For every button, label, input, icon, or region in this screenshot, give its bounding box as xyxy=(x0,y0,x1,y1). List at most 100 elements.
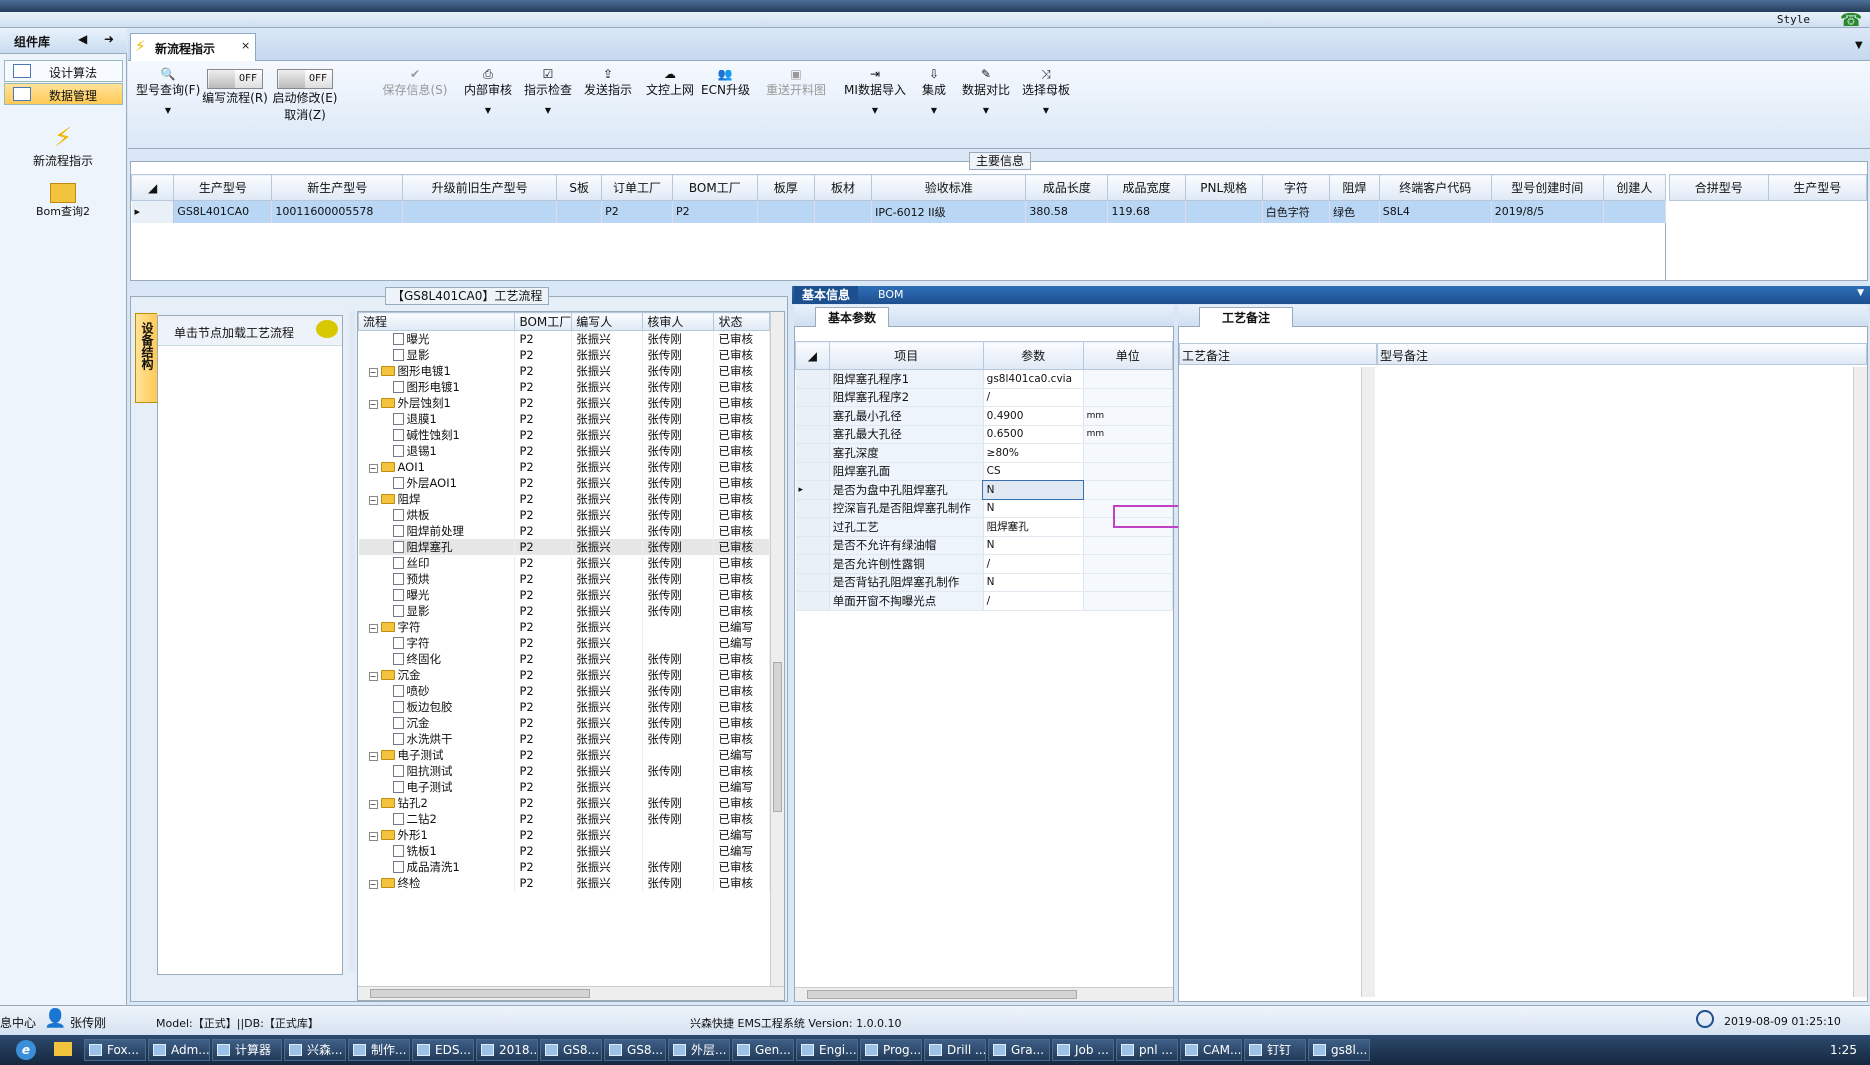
tree-row[interactable]: 烘板 P2 张振兴 张传刚 已审核 xyxy=(358,507,770,523)
param-row[interactable]: 单面开窗不掏曝光点 / xyxy=(795,591,1174,611)
tree-row[interactable]: 字符 P2 张振兴 已编写 xyxy=(358,635,770,651)
col-unit[interactable]: 单位 xyxy=(1082,341,1174,370)
tree-row[interactable]: 水洗烘干 P2 张振兴 张传刚 已审核 xyxy=(358,731,770,747)
process-remarks-textarea[interactable] xyxy=(1179,367,1375,997)
tree-row[interactable]: 阻焊塞孔 P2 张振兴 张传刚 已审核 xyxy=(358,539,770,555)
tab-new-process[interactable]: ⚡ 新流程指示 × xyxy=(130,33,256,61)
select-mother-board-button[interactable]: ⤨ 选择母板 ▼ xyxy=(1018,67,1074,115)
expand-toggle-icon[interactable]: − xyxy=(368,752,378,761)
tree-row[interactable]: 退锡1 P2 张振兴 张传刚 已审核 xyxy=(358,443,770,459)
style-menu[interactable]: Style xyxy=(1777,13,1810,26)
taskbar-item[interactable]: 兴森... xyxy=(284,1039,346,1061)
expand-toggle-icon[interactable]: − xyxy=(368,368,378,377)
folder-icon[interactable] xyxy=(54,1042,72,1056)
tree-row[interactable]: 显影 P2 张振兴 张传刚 已审核 xyxy=(358,603,770,619)
main-info-row[interactable]: ▸ GS8L401CA0 10011600005578 P2 P2 IPC-6012 I… xyxy=(131,200,1667,223)
toggle-switch[interactable]: OFF xyxy=(277,69,333,89)
main-cell[interactable] xyxy=(556,200,603,223)
expand-toggle-icon[interactable]: − xyxy=(368,672,378,681)
taskbar-item[interactable]: Fox... xyxy=(84,1039,146,1061)
main-cell[interactable] xyxy=(757,200,815,223)
tree-row[interactable]: − 外形1 P2 张振兴 已编写 xyxy=(358,827,770,843)
main-col-header[interactable]: 订单工厂 xyxy=(601,174,674,201)
main-cell[interactable]: P2 xyxy=(672,200,758,223)
taskbar-item[interactable]: EDS... xyxy=(412,1039,474,1061)
taskbar-item[interactable]: Job ... xyxy=(1052,1039,1114,1061)
param-value[interactable]: 0.4900 xyxy=(983,406,1084,426)
start-modify-toggle[interactable]: OFF 启动修改(E) 取消(Z) xyxy=(250,69,360,123)
mi-data-import-button[interactable]: ⇥ MI数据导入 ▼ xyxy=(842,67,908,115)
save-info-button[interactable]: ✔ 保存信息(S) xyxy=(382,67,448,98)
main-col-header[interactable]: 成品长度 xyxy=(1025,174,1109,201)
param-value[interactable]: CS xyxy=(983,462,1084,481)
splitter[interactable] xyxy=(349,311,355,971)
horizontal-scrollbar[interactable] xyxy=(795,987,1173,1001)
param-value[interactable]: / xyxy=(983,591,1084,611)
taskbar-item[interactable]: 外层... xyxy=(668,1039,730,1061)
tab-device-structure[interactable]: 设备结构 xyxy=(135,313,157,403)
internal-review-button[interactable]: ⎙ 内部审核 ▼ xyxy=(460,67,516,115)
tree-row[interactable]: 预烘 P2 张振兴 张传刚 已审核 xyxy=(358,571,770,587)
tree-row[interactable]: − 外层蚀刻1 P2 张振兴 张传刚 已审核 xyxy=(358,395,770,411)
main-col-header[interactable]: S板 xyxy=(556,174,603,201)
tree-row[interactable]: 沉金 P2 张振兴 张传刚 已审核 xyxy=(358,715,770,731)
main-col-header[interactable]: 字符 xyxy=(1261,174,1330,201)
integrate-button[interactable]: ⇩ 集成 ▼ xyxy=(914,67,954,115)
param-row[interactable]: 阻焊塞孔程序1 gs8l401ca0.cvia xyxy=(795,369,1174,389)
param-row[interactable]: 塞孔深度 ≥80% xyxy=(795,443,1174,463)
param-value[interactable]: N xyxy=(983,573,1084,592)
taskbar-item[interactable]: CAM... xyxy=(1180,1039,1242,1061)
taskbar-item[interactable]: Gen... xyxy=(732,1039,794,1061)
main-cell[interactable]: 10011600005578 xyxy=(271,200,404,223)
taskbar-item[interactable]: Drill ... xyxy=(924,1039,986,1061)
param-value[interactable]: 阻焊塞孔 xyxy=(983,517,1084,537)
main-cell[interactable]: 绿色 xyxy=(1329,200,1380,223)
tree-row[interactable]: 铣板1 P2 张振兴 已编写 xyxy=(358,843,770,859)
col-param[interactable]: 参数 xyxy=(982,341,1084,370)
expand-toggle-icon[interactable]: − xyxy=(368,624,378,633)
tree-row[interactable]: 终固化 P2 张振兴 张传刚 已审核 xyxy=(358,651,770,667)
main-cell[interactable]: 119.68 xyxy=(1107,200,1186,223)
expand-toggle-icon[interactable]: − xyxy=(368,496,378,505)
main-cell[interactable] xyxy=(402,200,558,223)
ecn-upgrade-button[interactable]: 👥 ECN升级 xyxy=(701,67,750,98)
status-message-center[interactable]: 息中心 xyxy=(0,1014,36,1031)
vertical-scrollbar[interactable] xyxy=(1361,367,1375,997)
close-icon[interactable]: × xyxy=(241,39,250,52)
pin-icon[interactable]: ➜ xyxy=(104,32,114,46)
tree-row[interactable]: 板边包胶 P2 张振兴 张传刚 已审核 xyxy=(358,699,770,715)
taskbar-item[interactable]: pnl ... xyxy=(1116,1039,1178,1061)
param-row[interactable]: 塞孔最大孔径 0.6500 mm xyxy=(795,425,1174,444)
main-cell[interactable]: GS8L401CA0 xyxy=(173,200,273,223)
main-col-header[interactable]: 创建人 xyxy=(1602,174,1667,201)
main-col-header[interactable]: 型号创建时间 xyxy=(1490,174,1604,201)
cancel-label[interactable]: 取消(Z) xyxy=(284,108,326,122)
param-value[interactable]: / xyxy=(983,388,1084,407)
chevron-down-icon[interactable]: ▼ xyxy=(1855,40,1863,51)
doc-control-online-button[interactable]: ☁ 文控上网 xyxy=(642,67,698,98)
main-col-header[interactable]: 终端客户代码 xyxy=(1378,174,1492,201)
param-row[interactable]: 塞孔最小孔径 0.4900 mm xyxy=(795,406,1174,426)
tab-bom[interactable]: BOM xyxy=(872,286,910,304)
main-cell[interactable] xyxy=(814,200,873,223)
main-col-header[interactable]: 生产型号 xyxy=(173,174,273,201)
taskbar-item[interactable]: Prog... xyxy=(860,1039,922,1061)
main-col-header[interactable]: PNL规格 xyxy=(1184,174,1263,201)
tab-basic-params[interactable]: 基本参数 xyxy=(815,307,890,327)
main-cell[interactable]: 380.58 xyxy=(1025,200,1109,223)
param-value[interactable]: N xyxy=(983,536,1084,555)
tree-col-header[interactable]: 编写人 xyxy=(571,312,644,331)
tree-row[interactable]: − 终检 P2 张振兴 张传刚 已审核 xyxy=(358,875,770,891)
taskbar-item[interactable]: 计算器 xyxy=(212,1039,282,1061)
taskbar-item[interactable]: 钉钉 xyxy=(1244,1039,1306,1061)
taskbar-item[interactable]: Gra... xyxy=(988,1039,1050,1061)
param-row[interactable]: 阻焊塞孔面 CS xyxy=(795,462,1174,481)
tree-row[interactable]: − 沉金 P2 张振兴 张传刚 已审核 xyxy=(358,667,770,683)
main-cell[interactable]: 白色字符 xyxy=(1262,200,1330,223)
tree-row[interactable]: 退膜1 P2 张振兴 张传刚 已审核 xyxy=(358,411,770,427)
data-compare-button[interactable]: ✎ 数据对比 ▼ xyxy=(958,67,1014,115)
tree-row[interactable]: 阻抗测试 P2 张振兴 张传刚 已审核 xyxy=(358,763,770,779)
tree-row[interactable]: 碱性蚀刻1 P2 张振兴 张传刚 已审核 xyxy=(358,427,770,443)
main-cell[interactable]: 2019/8/5 xyxy=(1491,200,1604,223)
param-value[interactable]: gs8l401ca0.cvia xyxy=(983,369,1084,389)
